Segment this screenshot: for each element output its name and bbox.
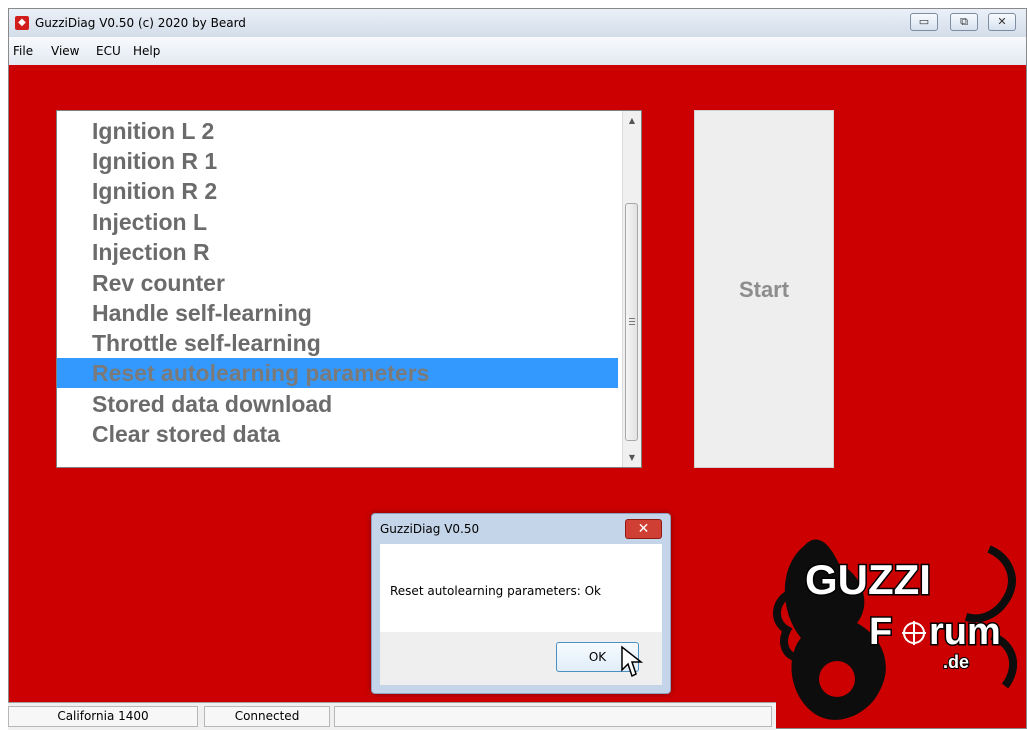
close-button[interactable]: ✕ (988, 13, 1016, 31)
list-item[interactable]: Injection L (57, 207, 618, 237)
list-item[interactable]: Rev counter (57, 268, 618, 298)
scroll-up-arrow-icon[interactable]: ▲ (623, 112, 641, 129)
list-item[interactable]: Clear stored data (57, 419, 618, 449)
scroll-down-arrow-icon[interactable]: ▼ (623, 449, 641, 466)
list-item[interactable]: Injection R (57, 237, 618, 267)
main-window: ◆ GuzziDiag V0.50 (c) 2020 by Beard ▭ ⧉ … (8, 8, 1027, 729)
list-item[interactable]: Ignition R 1 (57, 146, 618, 176)
list-item[interactable]: Throttle self-learning (57, 328, 618, 358)
title-bar: ◆ GuzziDiag V0.50 (c) 2020 by Beard ▭ ⧉ … (9, 9, 1026, 37)
scroll-grip-icon (629, 318, 635, 319)
logo-text-guzzi: GUZZI (805, 556, 931, 603)
start-button[interactable]: Start (694, 110, 834, 468)
menu-help[interactable]: Help (133, 44, 160, 58)
menu-ecu[interactable]: ECU (96, 44, 121, 58)
list-item[interactable]: Handle self-learning (57, 298, 618, 328)
function-list[interactable]: Ignition L 2 Ignition R 1 Ignition R 2 I… (56, 110, 642, 468)
scroll-thumb[interactable] (625, 203, 638, 441)
menu-file[interactable]: File (13, 44, 33, 58)
menu-view[interactable]: View (51, 44, 79, 58)
minimize-button[interactable]: ▭ (910, 13, 938, 31)
logo-text-f: F (869, 611, 892, 653)
logo-text-de: .de (943, 652, 969, 672)
list-item[interactable]: Ignition R 2 (57, 176, 618, 206)
dialog-message: Reset autolearning parameters: Ok (390, 584, 601, 598)
menu-bar: File View ECU Help (9, 37, 1026, 65)
window-title: GuzziDiag V0.50 (c) 2020 by Beard (35, 16, 246, 30)
mouse-cursor-icon (621, 645, 644, 678)
list-item[interactable]: Stored data download (57, 389, 618, 419)
list-item-selected[interactable]: Reset autolearning parameters (57, 358, 618, 388)
logo-text-rum: rum (929, 611, 1001, 653)
status-empty-panel (334, 706, 772, 727)
dialog-close-button[interactable]: ✕ (625, 519, 662, 539)
app-icon: ◆ (15, 16, 29, 30)
dialog-title: GuzziDiag V0.50 (380, 522, 480, 536)
dialog-body: Reset autolearning parameters: Ok (380, 544, 662, 632)
list-scrollbar[interactable]: ▲ ▼ (622, 111, 641, 467)
maximize-button[interactable]: ⧉ (950, 13, 978, 31)
status-bar: California 1400 Connected (8, 702, 776, 730)
status-model: California 1400 (8, 706, 198, 727)
list-item[interactable]: Ignition L 2 (57, 116, 618, 146)
guzzi-forum-logo: GUZZI F rum .de (773, 539, 1017, 720)
status-connection: Connected (204, 706, 330, 727)
